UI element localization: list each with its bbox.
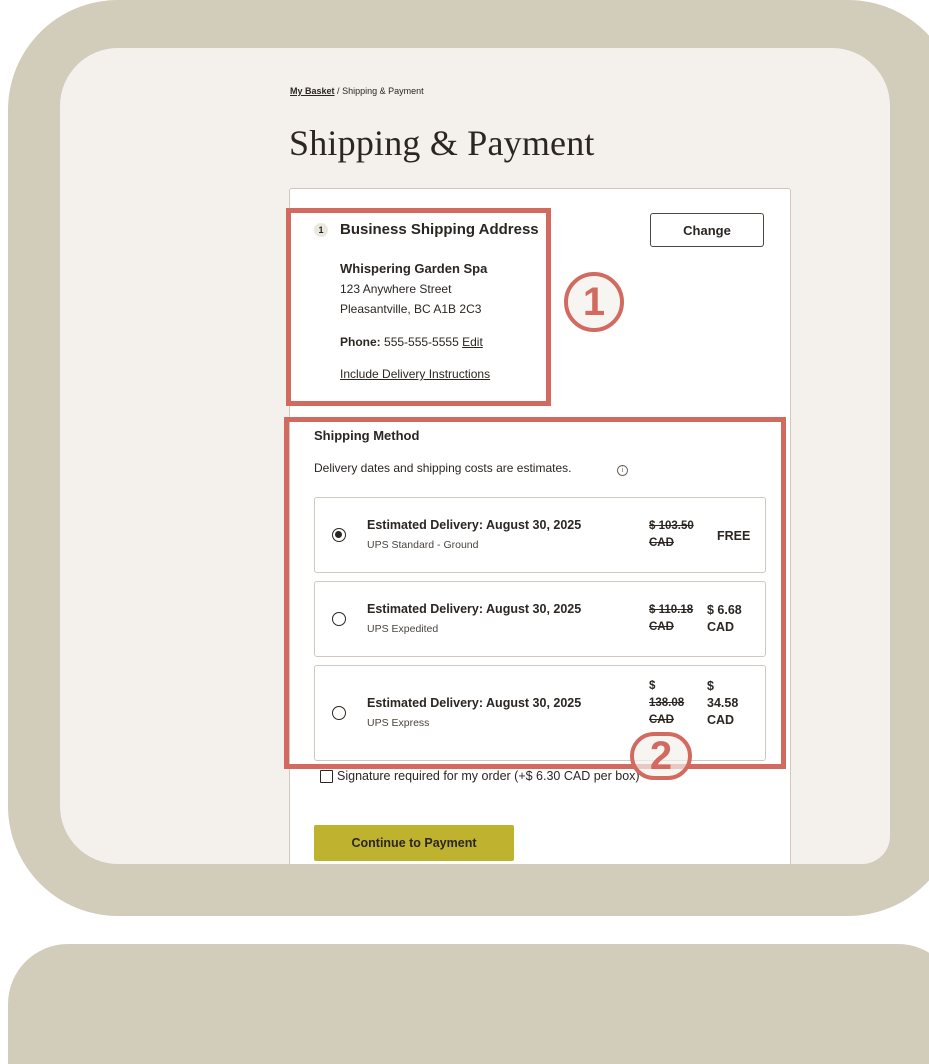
signature-label: Signature required for my order (+$ 6.30… [337,769,640,783]
change-address-button[interactable]: Change [650,213,764,247]
breadcrumb-basket-link[interactable]: My Basket [290,86,335,96]
continue-to-payment-button[interactable]: Continue to Payment [314,825,514,861]
signature-checkbox[interactable] [320,769,333,783]
callout-number-1: 1 [564,272,624,332]
highlight-box-address [286,208,551,406]
outer-frame-lower [8,944,929,1064]
breadcrumb-separator: / [337,86,340,96]
screenshot-panel: My Basket / Shipping & Payment Shipping … [60,48,890,864]
breadcrumb-current: Shipping & Payment [342,86,424,96]
callout-number-2: 2 [630,732,692,780]
breadcrumb: My Basket / Shipping & Payment [290,86,424,96]
highlight-box-shipping [284,417,786,769]
page-title: Shipping & Payment [289,123,595,163]
signature-option[interactable]: Signature required for my order (+$ 6.30… [320,769,640,783]
